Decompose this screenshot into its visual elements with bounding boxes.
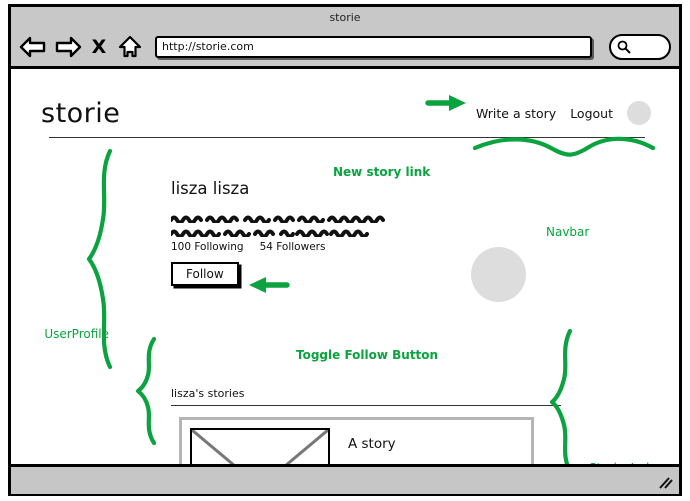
navbar-divider [49,137,645,138]
user-profile-block: lisza lisza 100 Following 54 Followers F… [169,179,491,286]
story-card[interactable]: A story [179,417,534,464]
site-logo[interactable]: storie [41,98,120,129]
page-content: storie Write a story Logout lisza lisza [11,69,679,464]
stories-heading: lisza's stories [171,387,245,400]
annotation-user-profile: UserProfile [44,327,109,341]
profile-stats: 100 Following 54 Followers [171,241,491,253]
close-x-icon[interactable]: X [89,34,109,60]
followers-count[interactable]: 54 Followers [260,241,326,253]
following-count[interactable]: 100 Following [171,241,244,253]
resize-grip-icon[interactable] [657,476,673,490]
arrow-right-icon[interactable] [54,34,82,60]
navbar-avatar[interactable] [627,101,651,125]
navbar-links: Write a story Logout [476,101,651,125]
story-body: A story [330,428,529,464]
annotation-new-story-link: New story link [333,165,431,179]
story-thumbnail[interactable] [190,428,330,464]
home-icon[interactable] [116,34,144,60]
annotation-toggle-follow-button: Toggle Follow Button [296,348,439,362]
url-text: http://storie.com [162,40,254,53]
annotation-navbar: Navbar [546,225,590,239]
profile-name: lisza lisza [171,179,250,198]
url-bar[interactable]: http://storie.com [155,35,592,58]
browser-toolbar: X http://storie.com [11,27,679,69]
search-button[interactable] [609,33,671,60]
arrow-left-icon[interactable] [19,34,47,60]
site-navbar: storie Write a story Logout [41,87,651,139]
window-statusbar [11,464,679,494]
magnifier-icon [617,40,631,54]
nav-link-write-a-story[interactable]: Write a story [476,106,556,121]
story-title[interactable]: A story [348,436,523,452]
stories-divider [171,405,561,406]
image-placeholder-icon [191,428,329,464]
browser-window: storie X http://storie.com storie Write … [8,4,682,496]
window-title: storie [329,10,361,24]
follow-button[interactable]: Follow [171,262,239,286]
window-titlebar: storie [11,7,679,27]
profile-bio-line [169,222,491,239]
profile-bio-line [169,208,491,225]
profile-avatar [471,247,526,302]
nav-link-logout[interactable]: Logout [570,106,613,121]
